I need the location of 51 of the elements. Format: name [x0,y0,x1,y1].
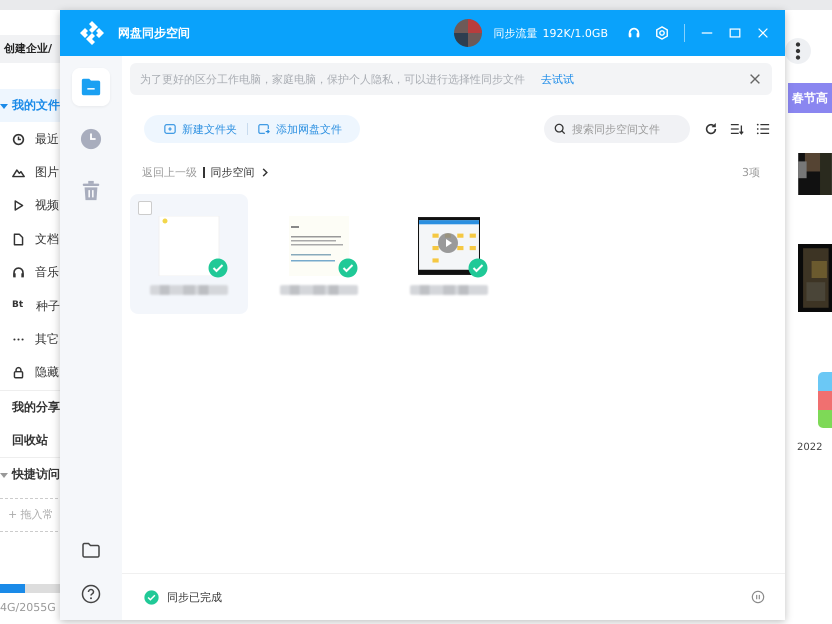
search-icon [554,123,566,135]
pause-icon[interactable] [751,590,765,604]
file-name: 2022 [797,442,822,453]
headset-icon[interactable] [627,26,641,40]
clock-icon [80,128,102,150]
folder-icon[interactable] [81,540,101,560]
window-title: 网盘同步空间 [118,24,190,42]
item-count: 3项 [742,165,760,180]
traffic-label: 同步流量 [494,26,538,40]
refresh-icon[interactable] [704,122,718,136]
breadcrumb-current[interactable]: 同步空间 [210,165,254,180]
caret-icon [0,102,8,110]
maximize-icon[interactable] [728,26,742,40]
lock-icon [12,366,25,380]
more-icon[interactable] [785,38,811,64]
caret-icon [0,470,8,479]
folder-icon [80,76,102,98]
clock-icon [12,132,25,146]
close-icon[interactable] [756,26,770,40]
settings-icon[interactable] [655,26,669,40]
add-file-icon [258,123,270,135]
folder-plus-icon [164,123,176,135]
play-icon [12,199,25,212]
chevron-icon [260,167,268,178]
app-icon [818,372,832,428]
sort-icon[interactable] [730,122,744,136]
checkbox[interactable] [138,201,152,215]
success-icon [144,590,159,604]
trash-icon [80,180,102,202]
avatar[interactable] [454,19,482,47]
sidebar-item[interactable]: 文档 [0,222,130,256]
notice-text: 为了更好的区分工作电脑，家庭电脑，保护个人隐私，可以进行选择性同步文件 [140,72,525,86]
traffic-value: 192K/1.0GB [542,26,608,40]
list-view-icon[interactable] [756,122,770,136]
help-icon[interactable] [81,584,101,604]
sync-status: 同步已完成 [167,590,222,604]
sidebar-item[interactable]: 图片 [0,156,130,190]
search-field[interactable]: 搜索同步空间文件 [544,115,690,143]
logo-icon [78,19,106,47]
sidebar-item[interactable]: 其它 [0,322,130,356]
sidebar-item[interactable]: 视频 [0,189,130,223]
sidebar-item[interactable]: 音乐 [0,256,130,290]
torrent-icon: Bt [12,300,26,313]
rail-tab[interactable] [72,68,110,106]
play-icon [438,233,458,253]
close-icon[interactable] [748,72,762,86]
headphones-icon [12,266,25,280]
sidebar-item[interactable]: 隐藏 [0,356,130,390]
storage-text: 4G/2055G [0,601,57,614]
document-icon [12,232,25,246]
sidebar-item[interactable]: 最近 [0,122,130,156]
